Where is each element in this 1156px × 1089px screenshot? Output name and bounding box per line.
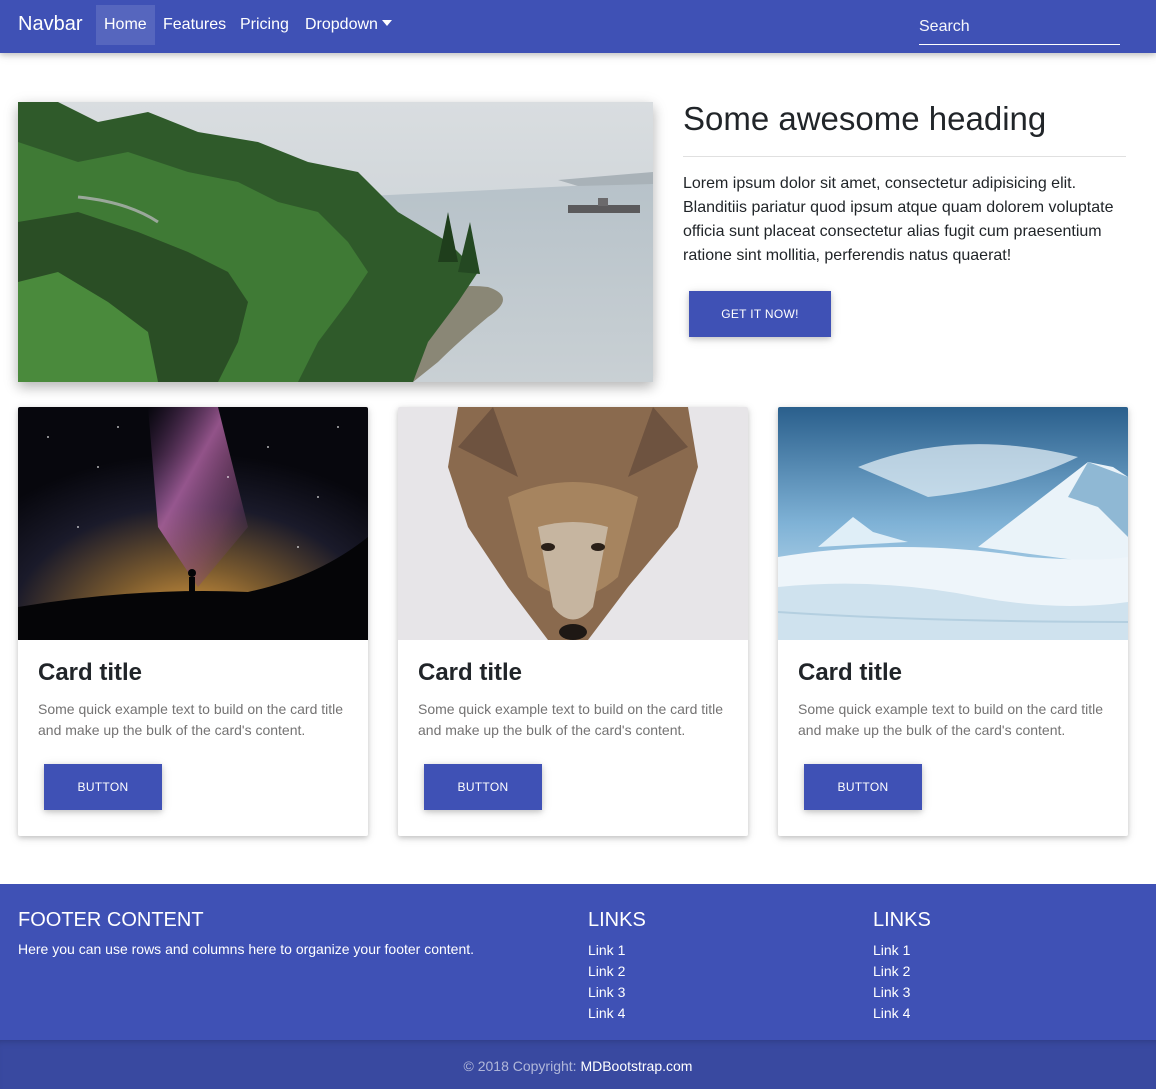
caret-down-icon: [381, 20, 392, 26]
navbar-brand[interactable]: Navbar: [18, 13, 82, 36]
coyote-image: [398, 407, 748, 640]
card-button[interactable]: Button: [424, 764, 542, 810]
nav-item-features[interactable]: Features: [155, 5, 234, 45]
forest-coast-image: [18, 102, 653, 382]
card-image: [778, 407, 1128, 640]
footer: Footer Content Here you can use rows and…: [0, 884, 1156, 1040]
nav-item-home[interactable]: Home: [96, 5, 155, 45]
card-text: Some quick example text to build on the …: [418, 701, 724, 738]
footer-links-title: Links: [588, 909, 646, 931]
card-image: [18, 407, 368, 640]
footer-link[interactable]: Link 2: [588, 963, 625, 979]
footer-link[interactable]: Link 1: [873, 942, 910, 958]
navbar: Navbar Home Features Pricing Dropdown: [0, 0, 1156, 53]
list-item: Link 2: [588, 961, 625, 982]
divider: [683, 156, 1126, 157]
footer-link[interactable]: Link 3: [873, 984, 910, 1000]
footer-content-title: Footer Content: [18, 909, 204, 931]
card-button[interactable]: Button: [804, 764, 922, 810]
list-item: Link 3: [873, 982, 910, 1003]
card: Card title Some quick example text to bu…: [18, 407, 368, 836]
copyright-link[interactable]: MDBootstrap.com: [580, 1058, 692, 1074]
list-item: Link 2: [873, 961, 910, 982]
card-image: [398, 407, 748, 640]
list-item: Link 1: [588, 940, 625, 961]
dropdown-label: Dropdown: [305, 16, 378, 33]
nav-item-dropdown[interactable]: Dropdown: [297, 5, 400, 45]
get-it-now-button[interactable]: Get it now!: [689, 291, 831, 337]
footer-link[interactable]: Link 2: [873, 963, 910, 979]
card-title: Card title: [798, 659, 903, 686]
list-item: Link 4: [873, 1003, 910, 1024]
card: Card title Some quick example text to bu…: [398, 407, 748, 836]
list-item: Link 3: [588, 982, 625, 1003]
hero-heading: Some awesome heading: [683, 100, 1047, 137]
footer-link[interactable]: Link 4: [588, 1005, 625, 1021]
milky-way-image: [18, 407, 368, 640]
footer-links-list: Link 1 Link 2 Link 3 Link 4: [873, 940, 910, 1024]
hero-image: [18, 102, 653, 382]
card-title: Card title: [418, 659, 523, 686]
footer-link[interactable]: Link 1: [588, 942, 625, 958]
card-text: Some quick example text to build on the …: [38, 701, 344, 738]
footer-content-text: Here you can use rows and columns here t…: [18, 941, 475, 957]
list-item: Link 1: [873, 940, 910, 961]
search-input[interactable]: [919, 10, 1120, 45]
copyright-bar: © 2018 Copyright: MDBootstrap.com: [0, 1040, 1156, 1089]
nav-item-pricing[interactable]: Pricing: [232, 5, 297, 45]
list-item: Link 4: [588, 1003, 625, 1024]
hero-text: Lorem ipsum dolor sit amet, consectetur …: [683, 175, 1114, 264]
footer-link[interactable]: Link 4: [873, 1005, 910, 1021]
footer-links-title: Links: [873, 909, 931, 931]
copyright-text: © 2018 Copyright:: [463, 1058, 577, 1074]
footer-link[interactable]: Link 3: [588, 984, 625, 1000]
card-button[interactable]: Button: [44, 764, 162, 810]
card-title: Card title: [38, 659, 143, 686]
card-text: Some quick example text to build on the …: [798, 701, 1104, 738]
card: Card title Some quick example text to bu…: [778, 407, 1128, 836]
snowy-mountain-image: [778, 407, 1128, 640]
footer-links-list: Link 1 Link 2 Link 3 Link 4: [588, 940, 625, 1024]
